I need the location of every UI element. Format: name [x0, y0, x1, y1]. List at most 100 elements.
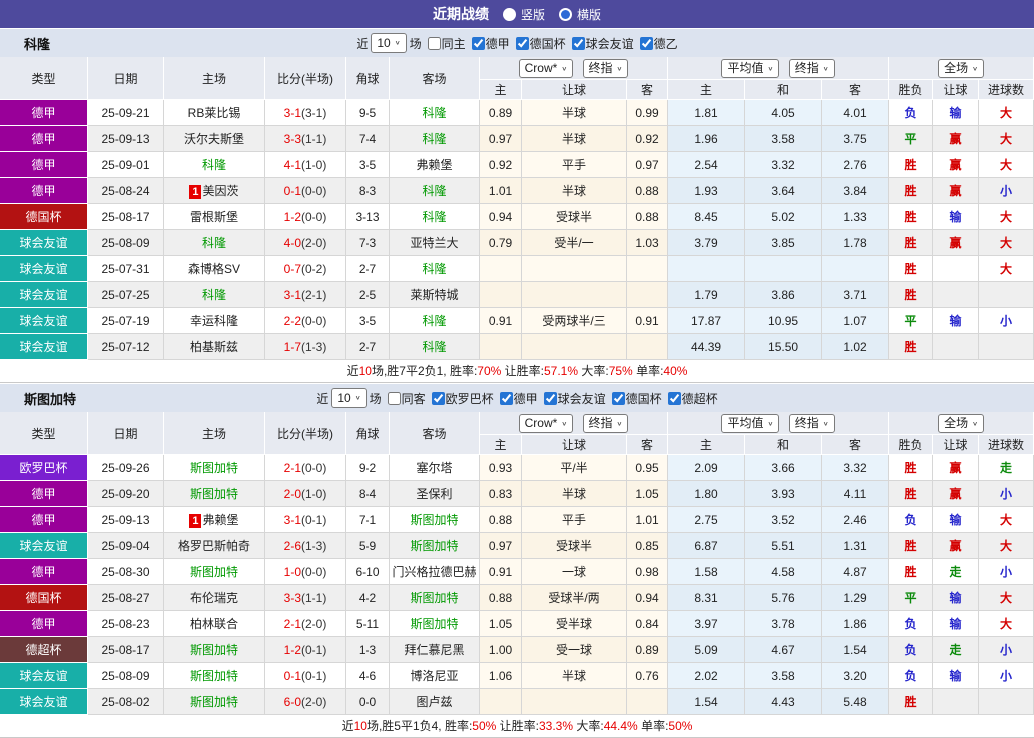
avg-draw-odds: 3.66	[745, 455, 822, 481]
corner-count: 2-5	[346, 282, 390, 308]
chevron-down-icon: ∨	[617, 417, 623, 430]
away-team-cell: 斯图加特	[390, 585, 480, 611]
handicap-away-odds: 1.03	[627, 230, 668, 256]
league-filter[interactable]: 德国杯	[516, 35, 566, 52]
radio-horizontal-layout[interactable]: 横版	[559, 6, 601, 23]
league-checkbox[interactable]	[668, 392, 681, 405]
corner-count: 9-2	[346, 455, 390, 481]
result-goals: 小	[979, 637, 1034, 663]
halftime-score: (1-3)	[301, 539, 326, 553]
league-checkbox[interactable]	[572, 37, 585, 50]
final-odds-select-1[interactable]: 终指∨	[583, 414, 629, 433]
avg-away-odds: 1.02	[822, 334, 889, 360]
col-corner: 角球	[346, 57, 390, 100]
league-filter[interactable]: 德超杯	[668, 390, 718, 407]
result-group: 全场∨	[889, 57, 1034, 80]
league-checkbox[interactable]	[640, 37, 653, 50]
match-date: 25-08-09	[88, 230, 164, 256]
handicap-away-odds: 0.97	[627, 152, 668, 178]
halftime-score: (0-1)	[301, 643, 326, 657]
league-filter[interactable]: 球会友谊	[544, 390, 606, 407]
halftime-score: (0-0)	[301, 210, 326, 224]
league-checkbox[interactable]	[500, 392, 513, 405]
final-odds-select-1-value: 终指	[589, 60, 613, 77]
avg-home-odds: 3.97	[668, 611, 745, 637]
home-team-cell: 科隆	[164, 282, 265, 308]
league-checkbox[interactable]	[472, 37, 485, 50]
filters-stuttgart: 近 10 ∨ 场 同客 欧罗巴杯 德甲	[316, 388, 717, 408]
recent-count-select[interactable]: 10 ∨	[371, 33, 406, 53]
handicap-home-odds	[480, 256, 522, 282]
league-checkbox[interactable]	[516, 37, 529, 50]
league-filter[interactable]: 德甲	[500, 390, 538, 407]
bookmaker-select[interactable]: Crow*∨	[519, 59, 574, 78]
final-odds-select-2[interactable]: 终指∨	[789, 414, 835, 433]
corner-count: 9-5	[346, 100, 390, 126]
competition-type-badge: 球会友谊	[0, 230, 88, 256]
summary-stats-koln: 近10场,胜7平2负1, 胜率:70% 让胜率:57.1% 大率:75% 单率:…	[0, 360, 1034, 383]
league-label: 德甲	[486, 35, 510, 52]
match-row: 球会友谊 25-08-09 科隆 4-0(2-0) 7-3 亚特兰大 0.79 …	[0, 230, 1034, 256]
league-label: 德超杯	[682, 390, 718, 407]
page-title: 近期战绩	[433, 4, 489, 24]
average-select[interactable]: 平均值∨	[721, 414, 779, 433]
handicap-line: 平/半	[522, 455, 627, 481]
result-wdl: 胜	[889, 533, 933, 559]
avg-home-odds: 5.09	[668, 637, 745, 663]
same-away-checkbox[interactable]	[388, 392, 401, 405]
score-cell: 1-0(0-0)	[265, 559, 346, 585]
result-handicap	[933, 334, 979, 360]
koln-results-table: 类型 日期 主场 比分(半场) 角球 客场 Crow*∨ 终指∨ 平均值∨ 终指…	[0, 57, 1034, 360]
away-team-cell: 科隆	[390, 126, 480, 152]
same-home-checkbox[interactable]	[428, 37, 441, 50]
same-away-filter[interactable]: 同客	[388, 390, 426, 407]
league-filter[interactable]: 欧罗巴杯	[432, 390, 494, 407]
away-team-cell: 科隆	[390, 204, 480, 230]
result-wdl: 胜	[889, 204, 933, 230]
final-odds-select-2[interactable]: 终指∨	[789, 59, 835, 78]
avg-draw-odds	[745, 256, 822, 282]
league-filter[interactable]: 德乙	[640, 35, 678, 52]
radio-vertical-layout[interactable]: 竖版	[503, 6, 545, 23]
avg-draw-odds: 15.50	[745, 334, 822, 360]
final-odds-select-1[interactable]: 终指∨	[583, 59, 629, 78]
recent-count-select[interactable]: 10 ∨	[331, 388, 366, 408]
league-filter[interactable]: 球会友谊	[572, 35, 634, 52]
avg-away-odds: 2.76	[822, 152, 889, 178]
league-filter[interactable]: 德国杯	[612, 390, 662, 407]
radio-selected-icon[interactable]	[559, 8, 572, 21]
final-odds-select-2-value: 终指	[795, 60, 819, 77]
home-team-cell: 沃尔夫斯堡	[164, 126, 265, 152]
match-row: 德甲 25-09-21 RB莱比锡 3-1(3-1) 9-5 科隆 0.89 半…	[0, 100, 1034, 126]
col-avg-away: 客	[822, 80, 889, 100]
fulltime-select[interactable]: 全场∨	[938, 59, 984, 78]
away-team-name: 科隆	[422, 314, 446, 328]
league-label: 德国杯	[530, 35, 566, 52]
same-home-filter[interactable]: 同主	[428, 35, 466, 52]
handicap-line: 受球半	[522, 204, 627, 230]
match-row: 球会友谊 25-07-31 森博格SV 0-7(0-2) 2-7 科隆 胜 大	[0, 256, 1034, 282]
result-goals	[979, 334, 1034, 360]
handicap-away-odds: 0.95	[627, 455, 668, 481]
summary-segment: 场,胜5平1负4, 胜率:	[367, 719, 472, 733]
radio-icon[interactable]	[503, 8, 516, 21]
match-row: 球会友谊 25-07-25 科隆 3-1(2-1) 2-5 莱斯特城 1.79 …	[0, 282, 1034, 308]
league-checkbox[interactable]	[544, 392, 557, 405]
handicap-home-odds: 0.89	[480, 100, 522, 126]
away-team-cell: 门兴格拉德巴赫	[390, 559, 480, 585]
fulltime-select-value: 全场	[944, 60, 968, 77]
away-team-name: 科隆	[422, 262, 446, 276]
summary-segment: 近	[342, 719, 354, 733]
fulltime-select[interactable]: 全场∨	[938, 414, 984, 433]
league-filter[interactable]: 德甲	[472, 35, 510, 52]
chevron-down-icon: ∨	[768, 417, 774, 430]
league-checkbox[interactable]	[612, 392, 625, 405]
corner-count: 7-1	[346, 507, 390, 533]
league-checkbox[interactable]	[432, 392, 445, 405]
match-date: 25-07-12	[88, 334, 164, 360]
bookmaker-select[interactable]: Crow*∨	[519, 414, 574, 433]
avg-away-odds: 1.29	[822, 585, 889, 611]
average-select[interactable]: 平均值∨	[721, 59, 779, 78]
corner-count: 3-5	[346, 308, 390, 334]
filters-koln: 近 10 ∨ 场 同主 德甲 德国杯	[356, 33, 677, 53]
